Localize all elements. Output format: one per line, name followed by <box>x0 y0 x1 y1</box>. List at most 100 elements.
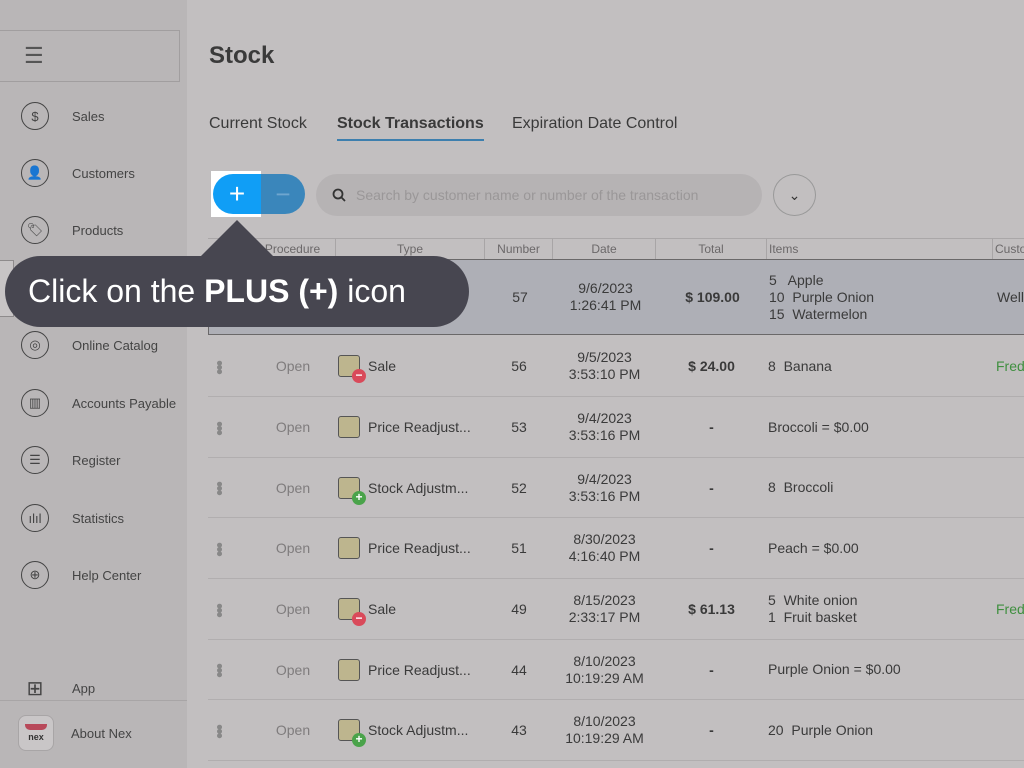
box-icon: − <box>338 598 366 626</box>
plus-button[interactable]: + <box>213 174 261 214</box>
type-cell: − Sale <box>338 579 488 639</box>
table-row[interactable]: ••• Open Price Readjust... 44 8/10/2023 1… <box>208 640 1024 700</box>
globe-icon: ◎ <box>21 331 49 359</box>
table-row[interactable]: ••• Open + Stock Adjustm... 43 8/10/2023 1… <box>208 700 1024 761</box>
sidebar-item-app[interactable]: ⊞ App <box>0 668 187 708</box>
sidebar-item-online-catalog[interactable]: ◎ Online Catalog <box>0 325 187 365</box>
sidebar-item-sales[interactable]: $ Sales <box>0 96 187 136</box>
item-line: 8 Broccoli <box>768 479 834 495</box>
register-icon: ☰ <box>21 446 49 474</box>
app-grid-icon: ⊞ <box>26 677 44 700</box>
sidebar-item-register[interactable]: ☰ Register <box>0 440 187 480</box>
date-cell: 8/10/2023 10:19:29 AM <box>565 713 644 746</box>
row-menu-icon[interactable]: ••• <box>208 336 230 396</box>
table-row[interactable]: ••• Open Price Readjust... 51 8/30/2023 4… <box>208 518 1024 579</box>
items-cell: 8 Banana <box>768 336 994 396</box>
header-number[interactable]: Number <box>485 238 553 259</box>
type-cell: Price Readjust... <box>338 518 488 578</box>
lifebuoy-icon: ⊕ <box>21 561 49 589</box>
spotlight: + <box>211 171 261 217</box>
box-icon: + <box>338 719 366 747</box>
box-icon: + <box>338 476 366 505</box>
search-bar <box>316 174 762 216</box>
number-cell: 57 <box>512 289 528 305</box>
table-row[interactable]: ••• Open + Stock Adjustm... 52 9/4/2023 3:… <box>208 458 1024 518</box>
item-line: 10 Purple Onion <box>769 288 875 305</box>
menu-toggle-button[interactable]: ☰ <box>0 30 180 82</box>
customer-cell: Well <box>997 289 1024 305</box>
hamburger-icon: ☰ <box>24 43 44 68</box>
row-menu-icon[interactable]: ••• <box>208 397 230 457</box>
items-cell: Broccoli = $0.00 <box>768 397 994 457</box>
total-cell: $ 109.00 <box>685 289 740 305</box>
header-total[interactable]: Total <box>656 238 767 259</box>
item-line: 15 Watermelon <box>769 305 868 322</box>
item-line: 20 Purple Onion <box>768 721 874 738</box>
sidebar: ☰ $ Sales 👤 Customers 🏷 Products ◎ Online Catal… <box>0 0 187 768</box>
type-cell: + Stock Adjustm... <box>338 458 488 517</box>
table-row[interactable]: ••• Open Price Readjust... 53 9/4/2023 3:… <box>208 397 1024 458</box>
items-cell: 20 Purple Onion <box>768 700 994 760</box>
customer-cell: Fred <box>996 601 1024 617</box>
tab-stock-transactions[interactable]: Stock Transactions <box>337 115 484 141</box>
header-customer[interactable]: Custo <box>993 238 1024 259</box>
row-menu-icon[interactable]: ••• <box>208 458 230 517</box>
procedure-cell: Open <box>275 661 311 678</box>
tab-expiration-date-control[interactable]: Expiration Date Control <box>512 115 677 139</box>
items-cell: Purple Onion = $0.00 <box>768 640 994 699</box>
sidebar-item-products[interactable]: 🏷 Products <box>0 210 187 250</box>
row-menu-icon[interactable]: ••• <box>208 579 230 639</box>
header-date[interactable]: Date <box>553 238 656 259</box>
procedure-cell: Open <box>275 601 311 617</box>
row-menu-icon[interactable]: ••• <box>208 640 230 699</box>
plus-badge-icon: + <box>352 490 366 505</box>
dollar-circle-icon: $ <box>21 102 49 130</box>
customer-cell <box>996 700 1024 760</box>
date-cell: 9/4/2023 3:53:16 PM <box>568 410 641 443</box>
item-line: Peach = $0.00 <box>768 539 859 556</box>
type-cell: − Sale <box>338 336 488 396</box>
box-icon: − <box>338 355 366 383</box>
divider <box>0 700 187 701</box>
item-line: 8 Banana <box>768 357 832 374</box>
sidebar-item-about[interactable]: nex About Nex <box>0 713 187 753</box>
item-line: 5 Apple <box>769 271 824 288</box>
tab-current-stock[interactable]: Current Stock <box>209 115 307 139</box>
chevron-down-icon: ⌄ <box>788 186 801 203</box>
bar-chart-icon: ılıl <box>21 504 49 532</box>
number-cell: 52 <box>511 479 527 496</box>
row-menu-icon[interactable]: ••• <box>208 518 230 578</box>
date-cell: 9/6/2023 1:26:41 PM <box>569 280 642 313</box>
date-cell: 8/15/2023 2:33:17 PM <box>568 592 641 625</box>
minus-button[interactable]: − <box>261 174 305 214</box>
number-cell: 44 <box>511 661 527 678</box>
tag-icon: 🏷 <box>21 216 49 244</box>
filter-dropdown-button[interactable]: ⌄ <box>773 174 816 216</box>
procedure-cell: Open <box>275 419 311 435</box>
number-cell: 53 <box>511 419 527 435</box>
procedure-cell: Open <box>275 540 311 556</box>
customer-cell <box>996 640 1024 699</box>
date-cell: 9/5/2023 3:53:10 PM <box>568 349 641 382</box>
sidebar-item-help-center[interactable]: ⊕ Help Center <box>0 555 187 595</box>
minus-badge-icon: − <box>352 369 366 383</box>
items-cell: 5 White onion 1 Fruit basket <box>768 579 994 639</box>
procedure-cell: Open <box>275 722 311 738</box>
table-row[interactable]: ••• Open − Sale 56 9/5/2023 3:53:10 PM $ 2… <box>208 336 1024 397</box>
number-cell: 51 <box>511 540 527 556</box>
sidebar-item-accounts-payable[interactable]: ▥ Accounts Payable <box>0 383 187 423</box>
customer-cell <box>996 458 1024 517</box>
sidebar-item-statistics[interactable]: ılıl Statistics <box>0 498 187 538</box>
item-line: Broccoli = $0.00 <box>768 418 869 435</box>
search-input[interactable] <box>356 187 746 203</box>
table-row[interactable]: ••• Open − Sale 49 8/15/2023 2:33:17 PM $ … <box>208 579 1024 640</box>
procedure-cell: Open <box>275 358 311 374</box>
header-items[interactable]: Items <box>767 238 993 259</box>
total-cell: - <box>709 661 714 678</box>
row-menu-icon[interactable]: ••• <box>208 700 230 760</box>
sidebar-item-customers[interactable]: 👤 Customers <box>0 153 187 193</box>
number-cell: 49 <box>511 601 527 617</box>
plus-badge-icon: + <box>352 733 366 747</box>
number-cell: 43 <box>511 722 527 738</box>
customer-cell <box>996 518 1024 578</box>
